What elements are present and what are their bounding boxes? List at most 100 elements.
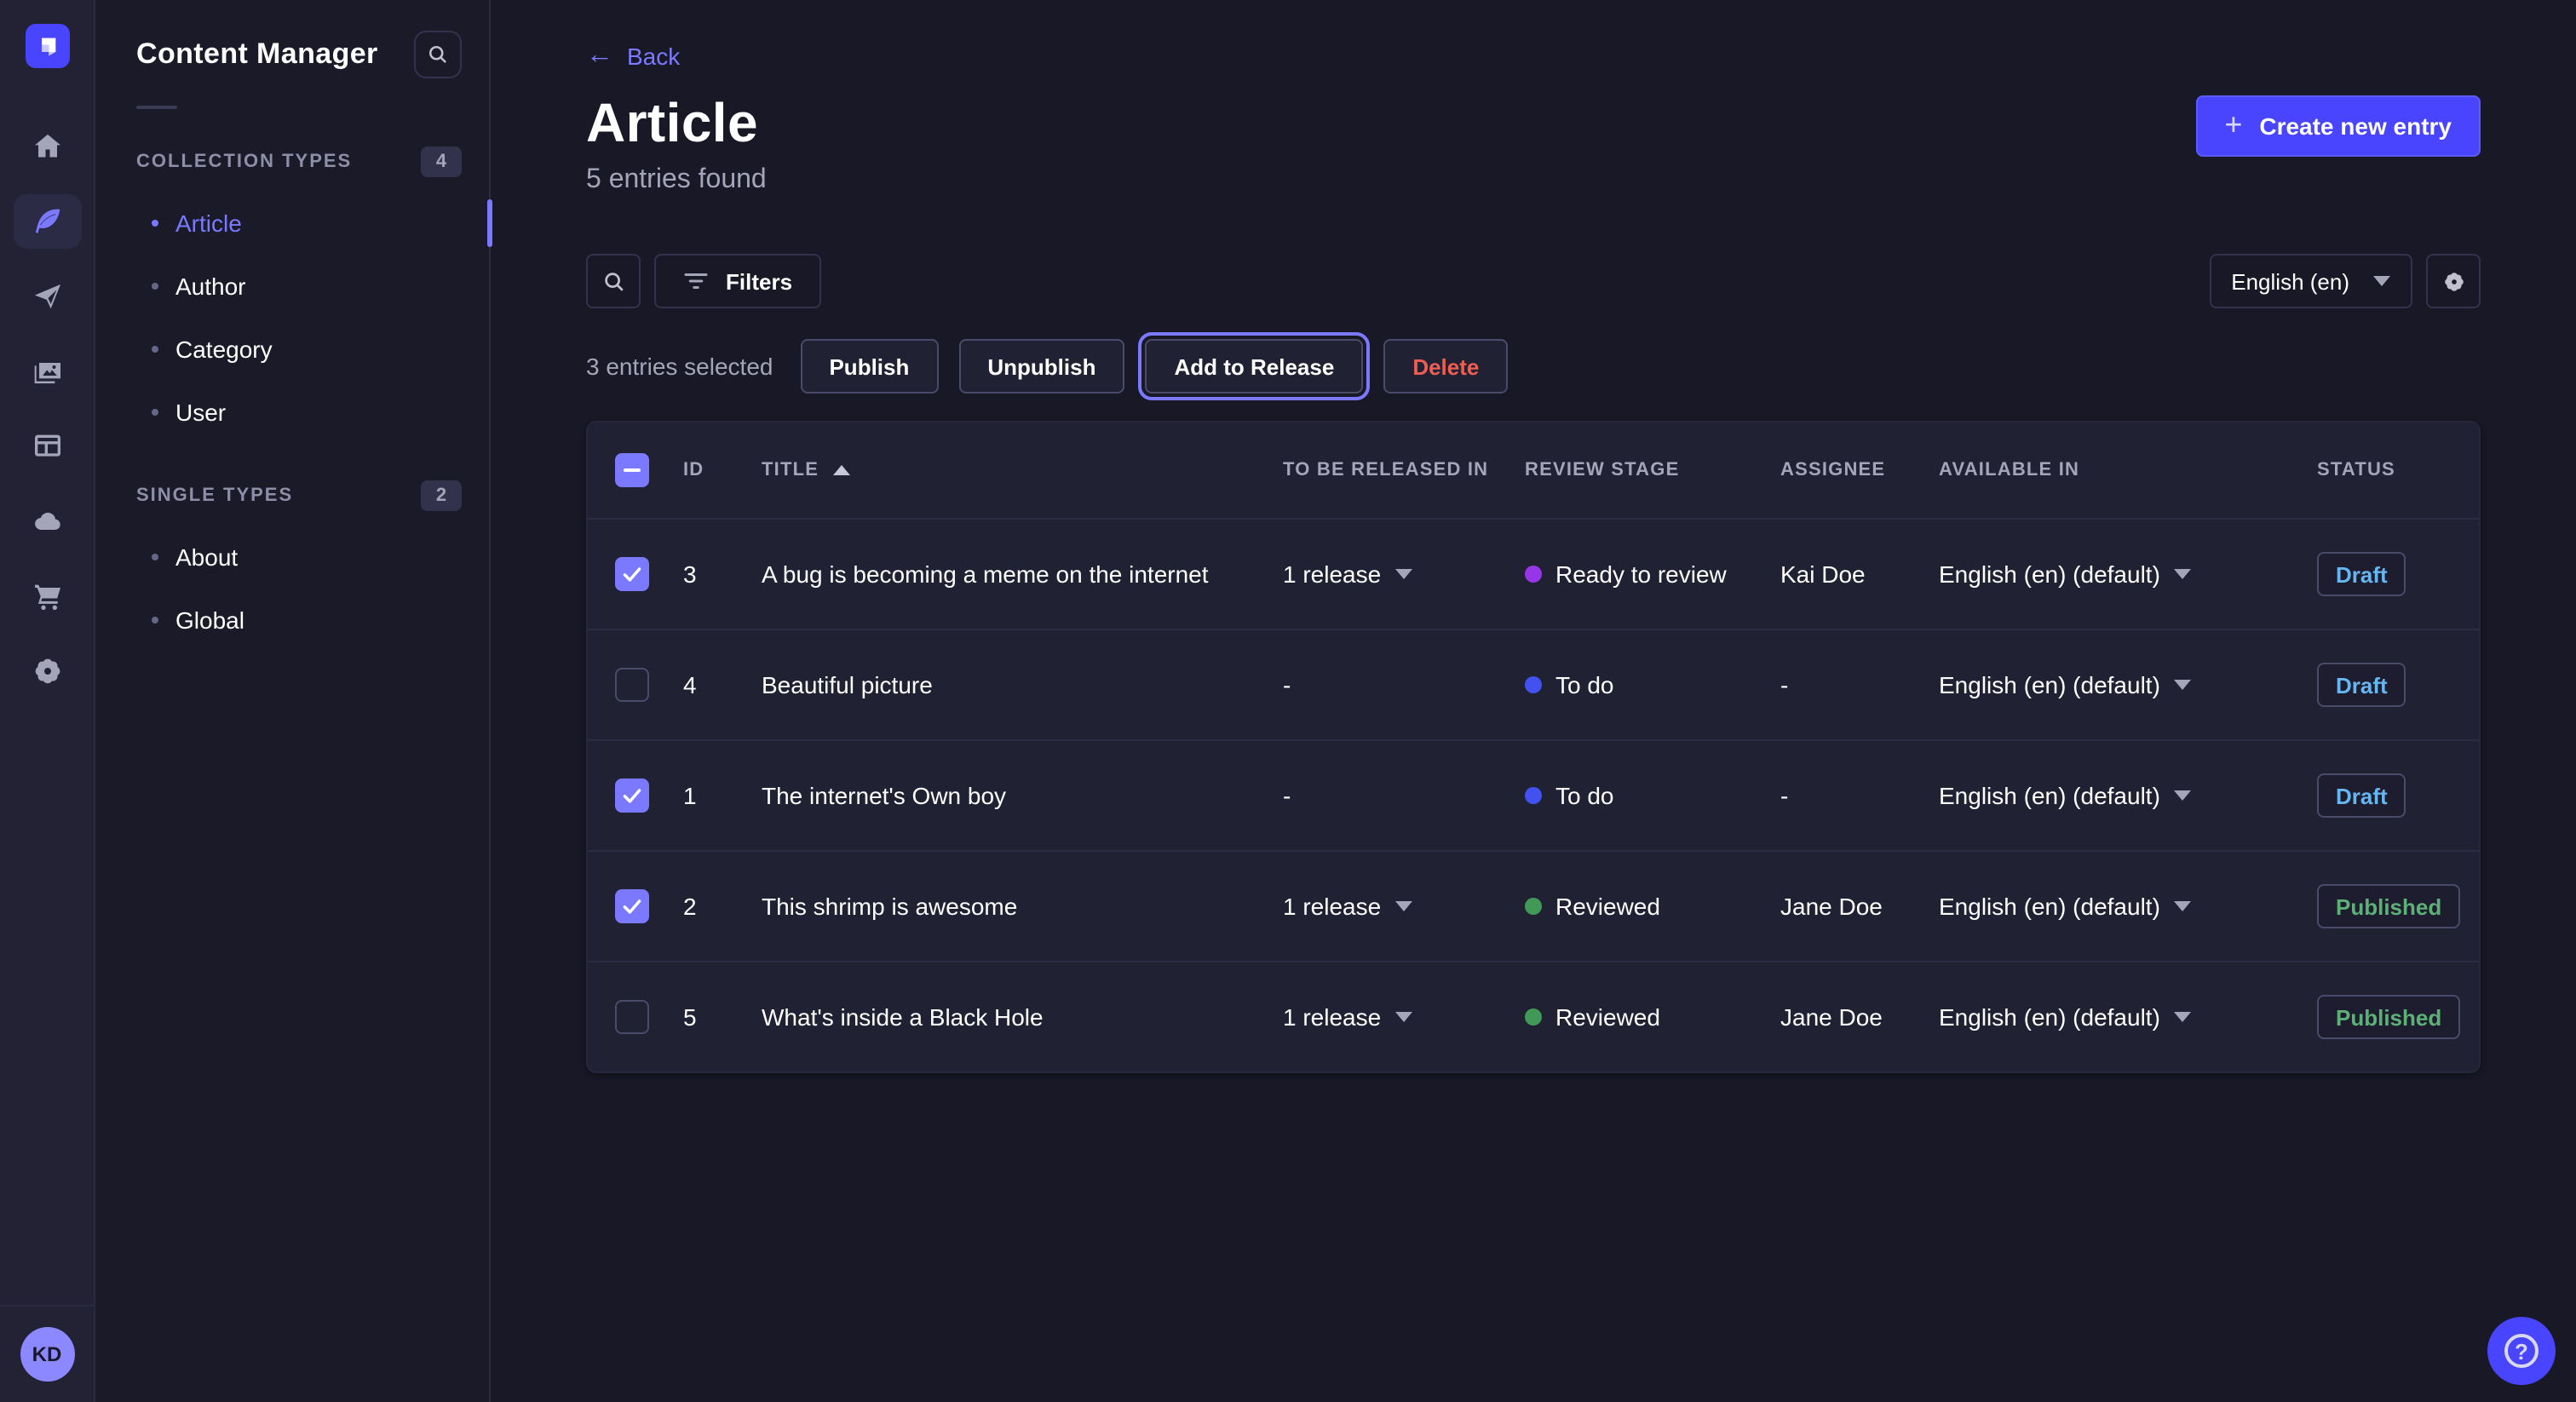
subnav-sections: COLLECTION TYPES4ArticleAuthorCategoryUs… bbox=[95, 147, 489, 651]
table-row[interactable]: 5What's inside a Black Hole1 releaseRevi… bbox=[588, 961, 2479, 1072]
cell-id: 1 bbox=[683, 782, 762, 809]
cell-review-stage: Ready to review bbox=[1525, 560, 1780, 588]
table-row[interactable]: 4Beautiful picture-To do-English (en) (d… bbox=[588, 629, 2479, 739]
settings-gear-icon[interactable] bbox=[13, 644, 81, 698]
table-header-row: ID TITLE TO BE RELEASED IN REVIEW STAGE … bbox=[588, 422, 2479, 518]
cell-available-in[interactable]: English (en) (default) bbox=[1939, 1003, 2317, 1031]
table-row[interactable]: 2This shrimp is awesome1 releaseReviewed… bbox=[588, 850, 2479, 961]
help-button[interactable]: ? bbox=[2487, 1317, 2556, 1385]
chevron-down-icon bbox=[2174, 680, 2191, 690]
chevron-down-icon bbox=[1394, 1012, 1412, 1022]
column-header-to-be-released-in[interactable]: TO BE RELEASED IN bbox=[1283, 460, 1525, 480]
selection-bar: 3 entries selected Publish Unpublish Add… bbox=[586, 339, 2481, 394]
chevron-down-icon bbox=[2174, 901, 2191, 911]
marketplace-cart-icon[interactable] bbox=[13, 569, 81, 623]
user-avatar[interactable]: KD bbox=[20, 1327, 74, 1382]
cell-review-stage: Reviewed bbox=[1525, 1003, 1780, 1031]
cell-assignee: - bbox=[1780, 671, 1939, 698]
sidebar-item-user[interactable]: User bbox=[95, 380, 489, 443]
unpublish-button[interactable]: Unpublish bbox=[958, 339, 1124, 394]
row-checkbox[interactable] bbox=[615, 1000, 649, 1034]
stage-dot-icon bbox=[1525, 676, 1542, 693]
column-header-assignee[interactable]: ASSIGNEE bbox=[1780, 460, 1939, 480]
cell-available-in[interactable]: English (en) (default) bbox=[1939, 560, 2317, 588]
search-icon[interactable] bbox=[586, 254, 641, 308]
column-header-available-in[interactable]: AVAILABLE IN bbox=[1939, 460, 2317, 480]
delete-button[interactable]: Delete bbox=[1383, 339, 1508, 394]
sidebar-item-label: Global bbox=[175, 606, 244, 633]
nav-section-label: SINGLE TYPES bbox=[136, 486, 293, 506]
status-badge: Draft bbox=[2317, 663, 2406, 707]
bullet-icon bbox=[152, 345, 158, 352]
content-manager-feather-icon[interactable] bbox=[13, 194, 81, 249]
row-checkbox[interactable] bbox=[615, 557, 649, 591]
chevron-down-icon bbox=[2174, 790, 2191, 801]
create-new-entry-button[interactable]: + Create new entry bbox=[2195, 95, 2481, 157]
sidebar-item-article[interactable]: Article bbox=[95, 191, 489, 254]
content-manager-subnav: Content Manager COLLECTION TYPES4Article… bbox=[95, 0, 491, 1402]
subnav-title: Content Manager bbox=[136, 37, 378, 72]
sidebar-item-label: Author bbox=[175, 272, 246, 299]
app-window: KD Content Manager COLLECTION TYPES4Arti… bbox=[0, 0, 2576, 1402]
column-header-status[interactable]: STATUS bbox=[2317, 460, 2479, 480]
status-badge: Published bbox=[2317, 884, 2460, 928]
home-icon[interactable] bbox=[13, 119, 81, 174]
sidebar-item-category[interactable]: Category bbox=[95, 317, 489, 380]
sidebar-item-about[interactable]: About bbox=[95, 525, 489, 588]
content-type-builder-icon[interactable] bbox=[13, 419, 81, 474]
row-checkbox[interactable] bbox=[615, 668, 649, 702]
cloud-icon[interactable] bbox=[13, 494, 81, 549]
cell-release[interactable]: 1 release bbox=[1283, 560, 1525, 588]
row-checkbox[interactable] bbox=[615, 889, 649, 923]
sidebar-item-label: User bbox=[175, 398, 226, 425]
cell-title: A bug is becoming a meme on the internet bbox=[762, 560, 1283, 588]
view-settings-gear-icon[interactable] bbox=[2426, 254, 2481, 308]
back-arrow-icon: ← bbox=[586, 43, 613, 70]
add-to-release-button[interactable]: Add to Release bbox=[1145, 339, 1363, 394]
sidebar-item-author[interactable]: Author bbox=[95, 254, 489, 317]
nav-section: SINGLE TYPES2AboutGlobal bbox=[95, 480, 489, 651]
cell-available-in[interactable]: English (en) (default) bbox=[1939, 671, 2317, 698]
sidebar-item-label: Article bbox=[175, 209, 242, 236]
nav-section: COLLECTION TYPES4ArticleAuthorCategoryUs… bbox=[95, 147, 489, 443]
selection-count: 3 entries selected bbox=[586, 353, 773, 380]
cell-release[interactable]: 1 release bbox=[1283, 893, 1525, 920]
cell-available-in[interactable]: English (en) (default) bbox=[1939, 782, 2317, 809]
media-library-icon[interactable] bbox=[13, 344, 81, 399]
select-all-checkbox[interactable] bbox=[615, 453, 649, 487]
cell-review-stage: Reviewed bbox=[1525, 893, 1780, 920]
sidebar-item-global[interactable]: Global bbox=[95, 588, 489, 651]
main-content: ← Back Article 5 entries found + Create … bbox=[491, 0, 2576, 1402]
bullet-icon bbox=[152, 282, 158, 289]
status-badge: Published bbox=[2317, 995, 2460, 1039]
search-icon[interactable] bbox=[414, 31, 462, 78]
filters-button[interactable]: Filters bbox=[654, 254, 821, 308]
back-link[interactable]: ← Back bbox=[586, 43, 680, 70]
cell-id: 4 bbox=[683, 671, 762, 698]
table-body: 3A bug is becoming a meme on the interne… bbox=[588, 518, 2479, 1072]
cell-id: 5 bbox=[683, 1003, 762, 1031]
releases-send-icon[interactable] bbox=[13, 269, 81, 324]
table-row[interactable]: 3A bug is becoming a meme on the interne… bbox=[588, 518, 2479, 629]
column-header-id[interactable]: ID bbox=[683, 460, 762, 480]
cell-available-in[interactable]: English (en) (default) bbox=[1939, 893, 2317, 920]
sidebar-item-label: Category bbox=[175, 335, 273, 362]
subnav-divider bbox=[136, 106, 177, 109]
cell-assignee: Jane Doe bbox=[1780, 893, 1939, 920]
row-checkbox[interactable] bbox=[615, 779, 649, 813]
cell-release[interactable]: 1 release bbox=[1283, 1003, 1525, 1031]
stage-dot-icon bbox=[1525, 787, 1542, 804]
cell-review-stage: To do bbox=[1525, 782, 1780, 809]
chevron-down-icon bbox=[2174, 569, 2191, 579]
toolbar: Filters English (en) bbox=[586, 254, 2481, 308]
locale-select[interactable]: English (en) bbox=[2209, 254, 2412, 308]
column-header-title[interactable]: TITLE bbox=[762, 460, 1283, 480]
cell-id: 2 bbox=[683, 893, 762, 920]
publish-button[interactable]: Publish bbox=[800, 339, 938, 394]
bullet-icon bbox=[152, 219, 158, 226]
column-header-review-stage[interactable]: REVIEW STAGE bbox=[1525, 460, 1780, 480]
cell-title: This shrimp is awesome bbox=[762, 893, 1283, 920]
nav-section-count-badge: 4 bbox=[421, 147, 462, 177]
strapi-logo[interactable] bbox=[25, 24, 69, 68]
table-row[interactable]: 1The internet's Own boy-To do-English (e… bbox=[588, 739, 2479, 850]
